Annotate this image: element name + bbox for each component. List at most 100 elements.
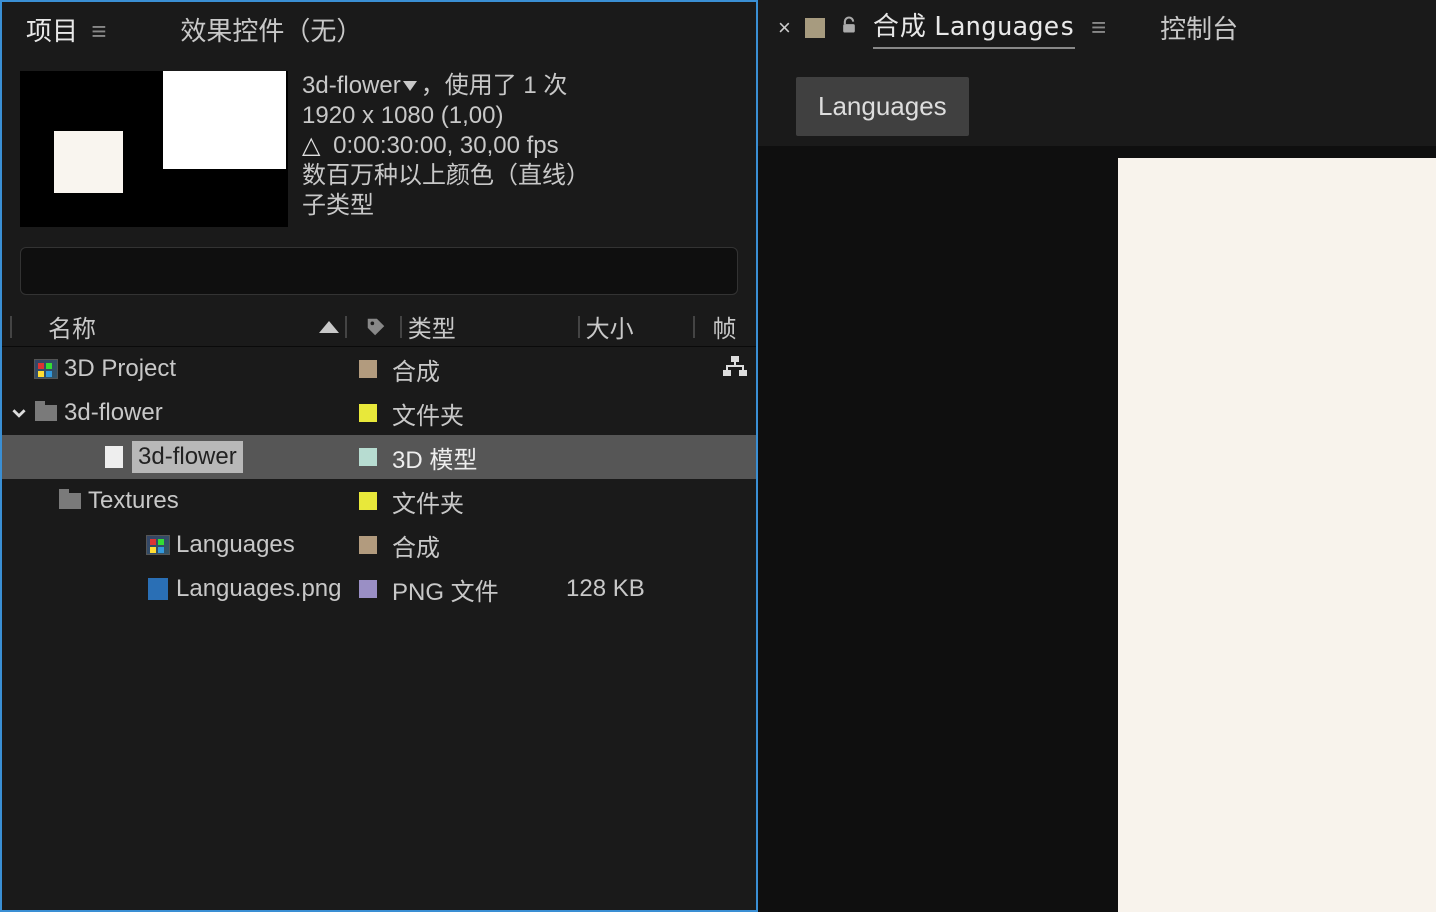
project-row[interactable]: Languages 合成 xyxy=(2,523,756,567)
right-tabs: × 合成 Languages ≡ 控制台 xyxy=(758,0,1436,55)
column-separator[interactable] xyxy=(345,316,347,338)
row-name-label: Languages.png xyxy=(176,575,342,603)
tab-console[interactable]: 控制台 xyxy=(1160,9,1238,46)
comp-title-prefix: 合成 xyxy=(873,11,927,41)
row-type-label: 文件夹 xyxy=(392,484,566,519)
column-type[interactable]: 类型 xyxy=(408,309,578,344)
tag-icon xyxy=(365,316,387,338)
column-separator[interactable] xyxy=(10,316,12,338)
row-type-label: 合成 xyxy=(392,528,566,563)
column-name[interactable]: 名称 xyxy=(18,309,345,344)
row-type-label: 合成 xyxy=(392,352,566,387)
close-icon[interactable]: × xyxy=(778,15,791,41)
tag-swatch-icon xyxy=(359,492,377,510)
item-subtype: 子类型 xyxy=(302,192,374,219)
tag-swatch-icon xyxy=(359,360,377,378)
item-colordepth: 数百万种以上颜色（直线） xyxy=(302,162,590,189)
row-type-label: 文件夹 xyxy=(392,396,566,431)
viewport-content xyxy=(1118,158,1436,912)
row-tag-cell[interactable] xyxy=(344,448,392,466)
row-size-label: 128 KB xyxy=(566,575,676,603)
row-tag-cell[interactable] xyxy=(344,360,392,378)
project-row[interactable]: 3d-flower 文件夹 xyxy=(2,391,756,435)
chevron-down-icon[interactable] xyxy=(10,406,28,420)
column-tag[interactable] xyxy=(353,316,400,338)
column-fps[interactable]: 帧 xyxy=(701,309,748,344)
thumbnail[interactable] xyxy=(20,71,288,227)
search-input[interactable] xyxy=(20,247,738,295)
hamburger-icon[interactable]: ≡ xyxy=(91,16,106,46)
comp-title-name: Languages xyxy=(934,12,1075,42)
row-name-cell: 3D Project xyxy=(10,355,344,383)
tab-effect-controls[interactable]: 效果控件（无） xyxy=(176,5,366,54)
row-name-cell: Languages.png xyxy=(10,575,344,603)
left-tabs: 项目 ≡ 效果控件（无） xyxy=(2,2,756,57)
row-name-label: 3d-flower xyxy=(132,441,243,473)
project-row[interactable]: 3D Project 合成 xyxy=(2,347,756,391)
composition-panel: × 合成 Languages ≡ 控制台 Languages xyxy=(758,0,1436,912)
thumbnail-shape xyxy=(163,71,286,169)
item-info: 3d-flower ，使用了 1 次 1920 x 1080 (1,00) △ … xyxy=(2,57,756,247)
row-name-cell: Textures xyxy=(10,487,344,515)
color-swatch-icon[interactable] xyxy=(805,18,825,38)
item-duration: 0:00:30:00, 30,00 fps xyxy=(333,132,559,159)
tab-project[interactable]: 项目 ≡ xyxy=(22,5,110,54)
item-usage: ，使用了 1 次 xyxy=(421,71,568,101)
row-name-label: 3D Project xyxy=(64,355,176,383)
project-row[interactable]: Textures 文件夹 xyxy=(2,479,756,523)
composition-icon xyxy=(34,358,58,380)
tab-effect-controls-label: 效果控件（无） xyxy=(180,16,362,46)
composition-breadcrumb[interactable]: Languages xyxy=(796,77,969,136)
composition-breadcrumb-label: Languages xyxy=(818,91,947,121)
project-rows: 3D Project 合成 3d-flower 文件夹 3d-flower 3D 模型 Te… xyxy=(2,347,756,910)
viewport[interactable] xyxy=(758,146,1436,912)
sort-arrow-up-icon[interactable] xyxy=(319,321,339,333)
project-row[interactable]: Languages.png PNG 文件128 KB xyxy=(2,567,756,611)
hamburger-icon[interactable]: ≡ xyxy=(1091,12,1106,43)
row-tag-cell[interactable] xyxy=(344,580,392,598)
row-type-label: 3D 模型 xyxy=(392,440,566,475)
lock-icon[interactable] xyxy=(839,14,859,42)
row-tag-cell[interactable] xyxy=(344,492,392,510)
folder-icon xyxy=(58,490,82,512)
document-icon xyxy=(102,446,126,468)
flowchart-icon[interactable] xyxy=(722,355,748,384)
column-size[interactable]: 大小 xyxy=(586,309,693,344)
tag-swatch-icon xyxy=(359,536,377,554)
project-row[interactable]: 3d-flower 3D 模型 xyxy=(2,435,756,479)
composition-icon xyxy=(146,534,170,556)
item-name: 3d-flower xyxy=(302,71,401,101)
warning-icon: △ xyxy=(302,131,320,161)
tag-swatch-icon xyxy=(359,580,377,598)
row-name-label: Textures xyxy=(88,487,179,515)
info-lines: 3d-flower ，使用了 1 次 1920 x 1080 (1,00) △ … xyxy=(302,71,590,227)
tab-composition[interactable]: 合成 Languages xyxy=(873,6,1075,49)
row-name-cell: 3d-flower xyxy=(10,399,344,427)
tag-swatch-icon xyxy=(359,404,377,422)
column-separator[interactable] xyxy=(578,316,580,338)
folder-icon xyxy=(34,402,58,424)
tab-project-label: 项目 xyxy=(26,16,78,46)
row-name-label: Languages xyxy=(176,531,295,559)
column-type-label: 类型 xyxy=(408,316,456,343)
thumbnail-shape xyxy=(54,131,123,193)
row-name-label: 3d-flower xyxy=(64,399,163,427)
item-dimensions: 1920 x 1080 (1,00) xyxy=(302,102,503,129)
column-headers: 名称 类型 大小 帧 xyxy=(2,307,756,347)
row-name-cell: Languages xyxy=(10,531,344,559)
image-file-icon xyxy=(146,578,170,600)
tab-console-label: 控制台 xyxy=(1160,14,1238,44)
column-name-label: 名称 xyxy=(48,309,96,344)
column-separator[interactable] xyxy=(400,316,402,338)
column-separator[interactable] xyxy=(693,316,695,338)
tag-swatch-icon xyxy=(359,448,377,466)
column-size-label: 大小 xyxy=(586,316,634,343)
row-tag-cell[interactable] xyxy=(344,404,392,422)
dropdown-arrow-icon[interactable] xyxy=(403,81,417,91)
column-fps-label: 帧 xyxy=(713,309,737,344)
chevron-down-icon[interactable] xyxy=(10,494,52,508)
row-type-label: PNG 文件 xyxy=(392,572,566,607)
row-tag-cell[interactable] xyxy=(344,536,392,554)
row-name-cell: 3d-flower xyxy=(10,441,344,473)
search-wrap xyxy=(2,247,756,307)
